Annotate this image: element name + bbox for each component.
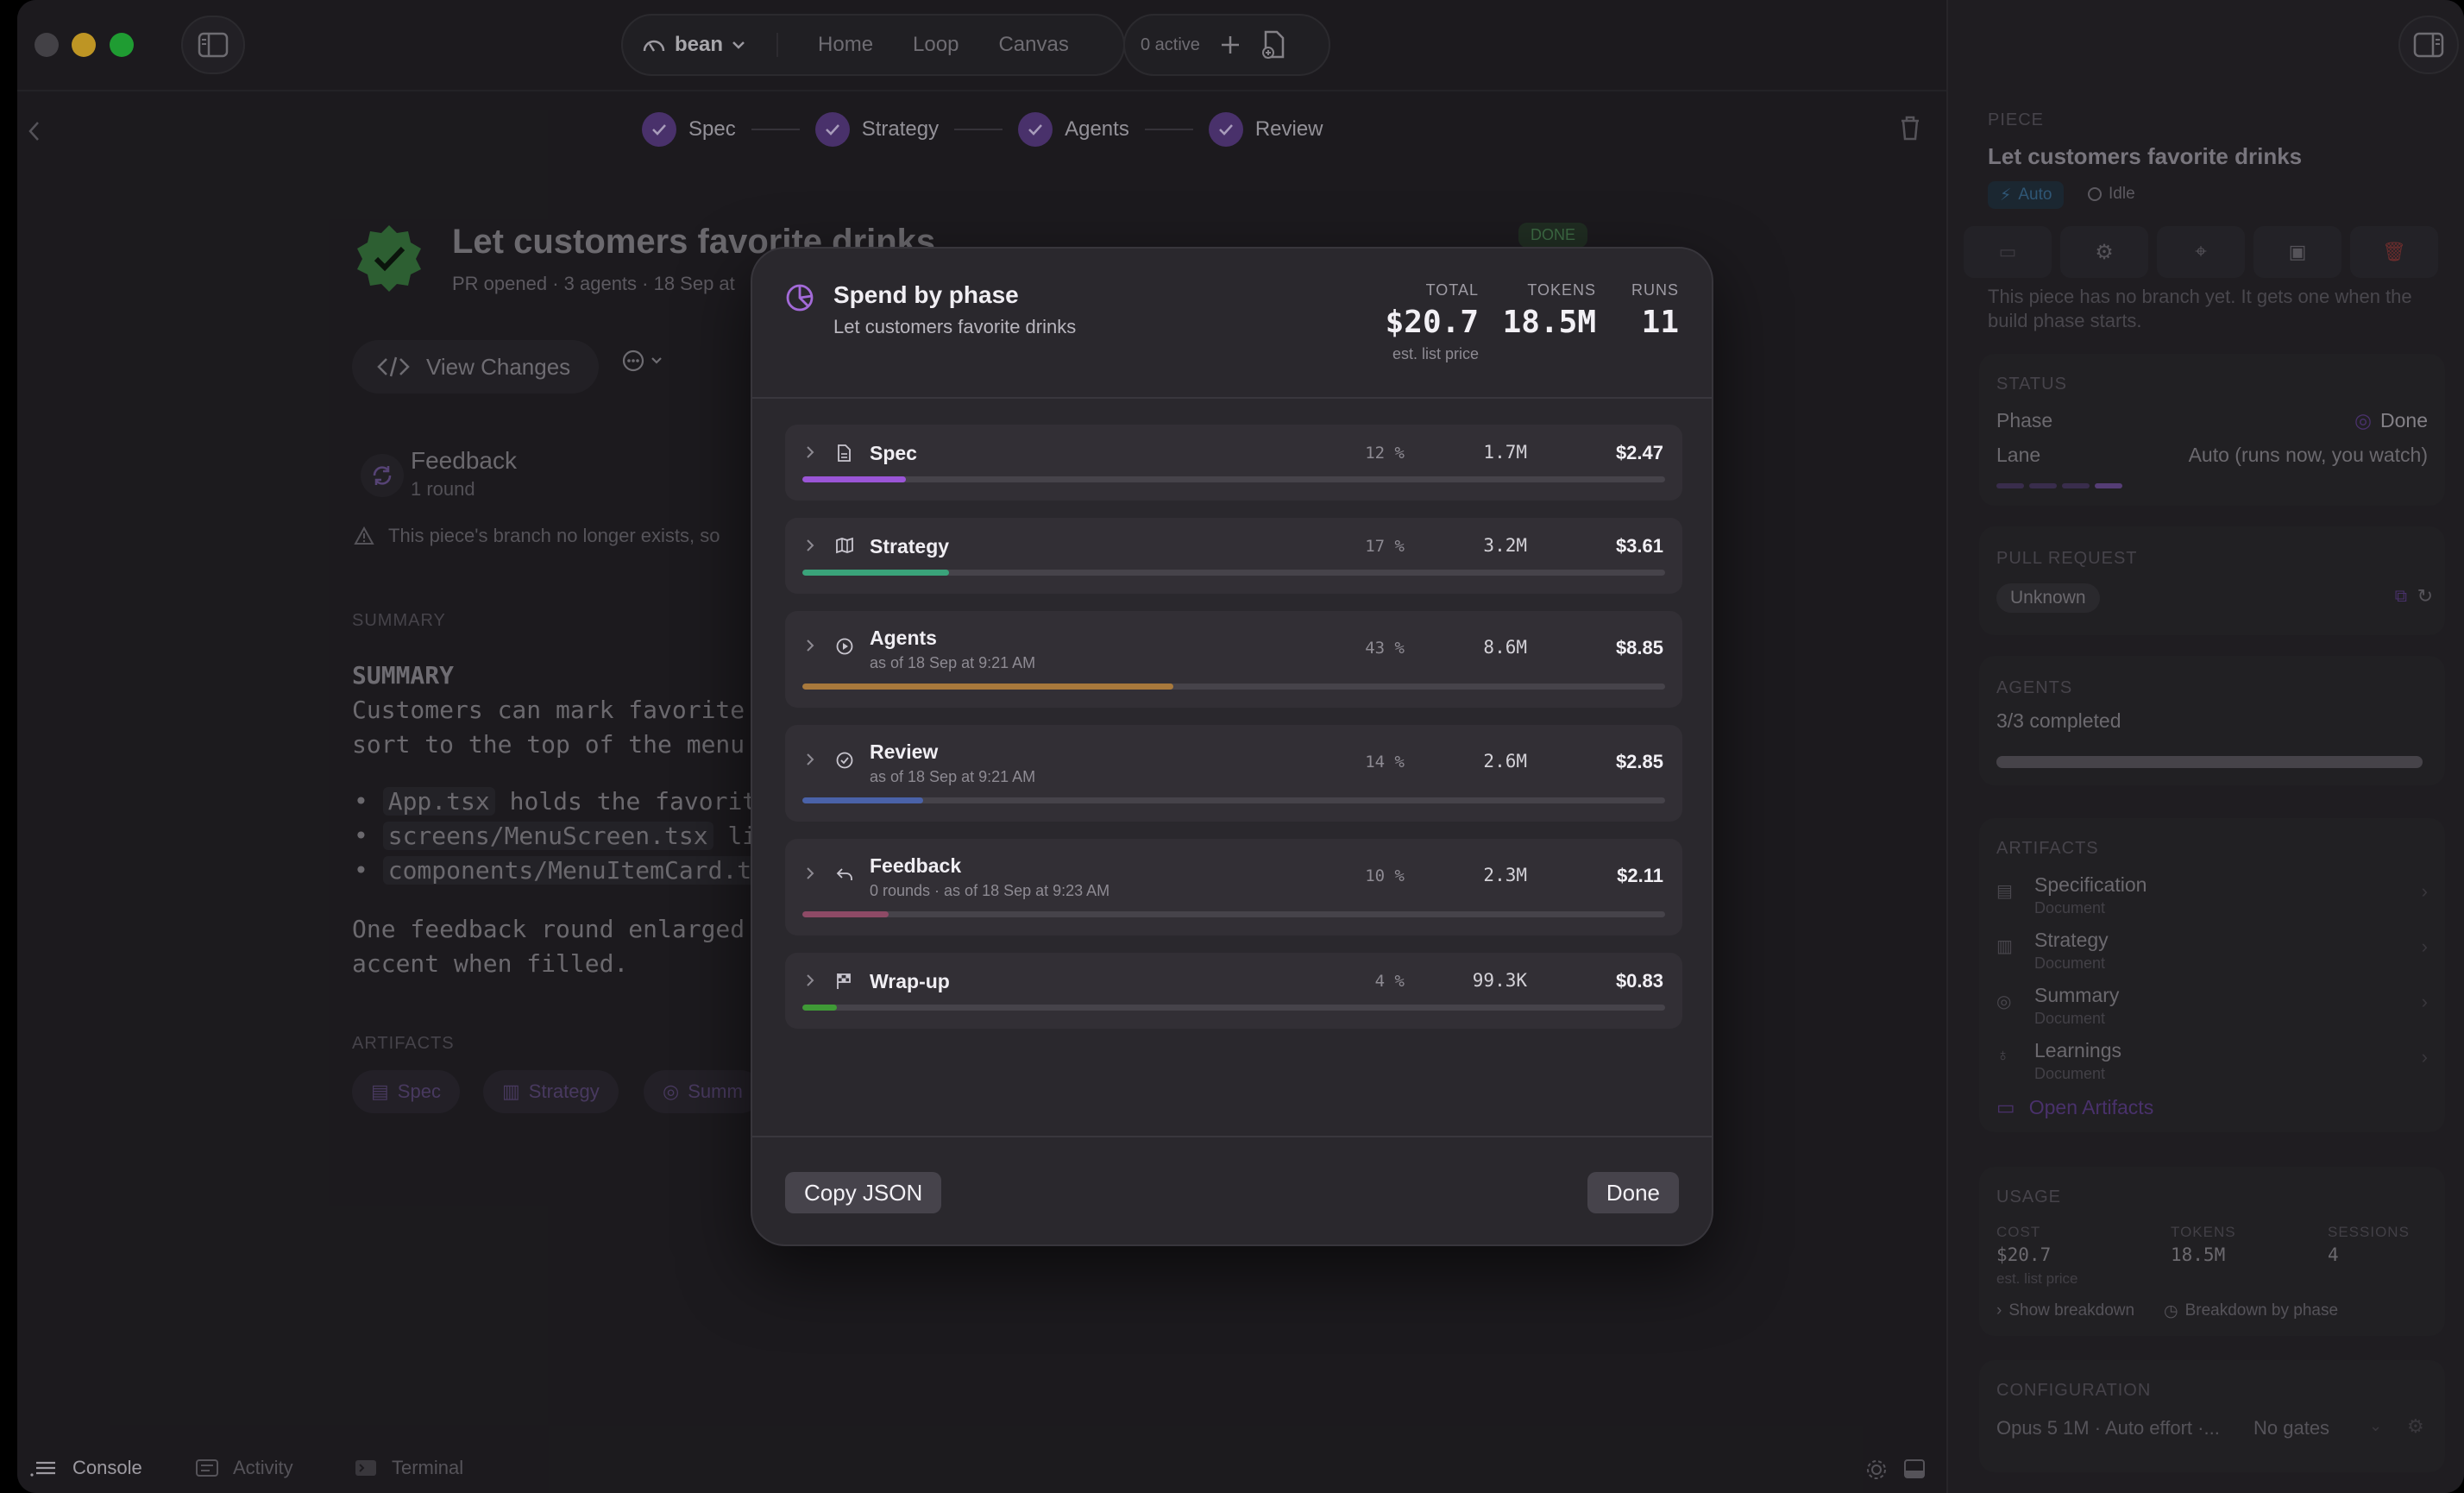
phase-bar-fill [802,570,949,576]
phase-tokens: 8.6M [1483,637,1527,658]
phase-bar-track [802,1005,1665,1011]
flag-icon [835,972,852,995]
dialog-footer: Copy JSON Done [752,1136,1712,1244]
phase-row-strategy[interactable]: Strategy 17 % 3.2M $3.61 [785,518,1682,594]
phase-name: Strategy [870,535,950,558]
chevron-right-icon[interactable] [804,537,816,558]
phase-cost: $2.11 [1617,865,1663,886]
phase-cost: $0.83 [1615,970,1663,992]
phase-percent: 17 % [1365,537,1405,556]
phase-name: Spec [870,442,917,464]
phase-cost: $8.85 [1615,637,1663,658]
copy-json-button[interactable]: Copy JSON [785,1172,942,1213]
phase-name: Wrap-up [870,970,950,992]
check-circle-icon [835,751,854,774]
chevron-right-icon[interactable] [804,972,816,993]
phase-row-spec[interactable]: Spec 12 % 1.7M $2.47 [785,425,1682,501]
phase-name: Agents [870,627,937,649]
phase-row-review[interactable]: Review as of 18 Sep at 9:21 AM 14 % 2.6M… [785,725,1682,822]
phase-tokens: 99.3K [1472,970,1527,991]
phase-percent: 14 % [1365,753,1405,772]
chevron-right-icon[interactable] [804,865,816,886]
phase-cost: $3.61 [1615,535,1663,557]
runs-stat: RUNS 11 [1631,281,1679,340]
phase-percent: 4 % [1374,972,1405,991]
total-stat: TOTAL $20.7 est. list price [1386,281,1479,363]
phase-percent: 12 % [1365,444,1405,463]
tokens-value: 18.5M [1502,305,1596,340]
dialog-header: Spend by phase Let customers favorite dr… [752,249,1712,399]
pie-chart-icon [786,284,814,312]
phase-tokens: 2.6M [1483,751,1527,772]
chevron-right-icon[interactable] [804,444,816,465]
runs-value: 11 [1641,305,1679,340]
phase-name: Feedback [870,854,962,877]
tokens-label: TOKENS [1527,281,1596,299]
map-icon [835,537,854,558]
phase-bar-fill [802,684,1173,690]
phase-bar-fill [802,1005,837,1011]
phase-tokens: 2.3M [1483,865,1527,885]
phase-tokens: 1.7M [1483,442,1527,463]
dialog-title: Spend by phase [833,281,1019,308]
total-value: $20.7 [1385,305,1479,340]
chevron-right-icon[interactable] [804,751,816,772]
phase-subtitle: 0 rounds · as of 18 Sep at 9:23 AM [870,882,1110,899]
phase-bar-track [802,570,1665,576]
phase-tokens: 3.2M [1483,535,1527,556]
phase-subtitle: as of 18 Sep at 9:21 AM [870,768,1036,785]
phase-row-wrap-up[interactable]: Wrap-up 4 % 99.3K $0.83 [785,953,1682,1029]
done-button[interactable]: Done [1587,1172,1679,1213]
reply-icon [835,865,854,888]
play-circle-icon [835,637,854,660]
phase-row-feedback[interactable]: Feedback 0 rounds · as of 18 Sep at 9:23… [785,839,1682,935]
phase-percent: 43 % [1365,639,1405,658]
phase-row-agents[interactable]: Agents as of 18 Sep at 9:21 AM 43 % 8.6M… [785,611,1682,708]
phase-subtitle: as of 18 Sep at 9:21 AM [870,654,1036,671]
phase-percent: 10 % [1365,866,1405,885]
document-icon [835,444,852,467]
spend-by-phase-dialog: Spend by phase Let customers favorite dr… [751,247,1713,1246]
dialog-subtitle: Let customers favorite drinks [833,316,1077,337]
runs-label: RUNS [1631,281,1679,299]
phase-cost: $2.47 [1615,442,1663,463]
phase-bar-fill [802,911,889,917]
total-note: est. list price [1392,345,1479,362]
phase-bar-track [802,797,1665,803]
phase-bar-track [802,684,1665,690]
phase-bar-track [802,911,1665,917]
phase-cost: $2.85 [1615,751,1663,772]
phase-bar-fill [802,476,906,482]
total-label: TOTAL [1425,281,1479,299]
phase-name: Review [870,740,939,763]
chevron-right-icon[interactable] [804,637,816,658]
phase-bar-track [802,476,1665,482]
phase-bar-fill [802,797,923,803]
tokens-stat: TOKENS 18.5M [1503,281,1596,340]
